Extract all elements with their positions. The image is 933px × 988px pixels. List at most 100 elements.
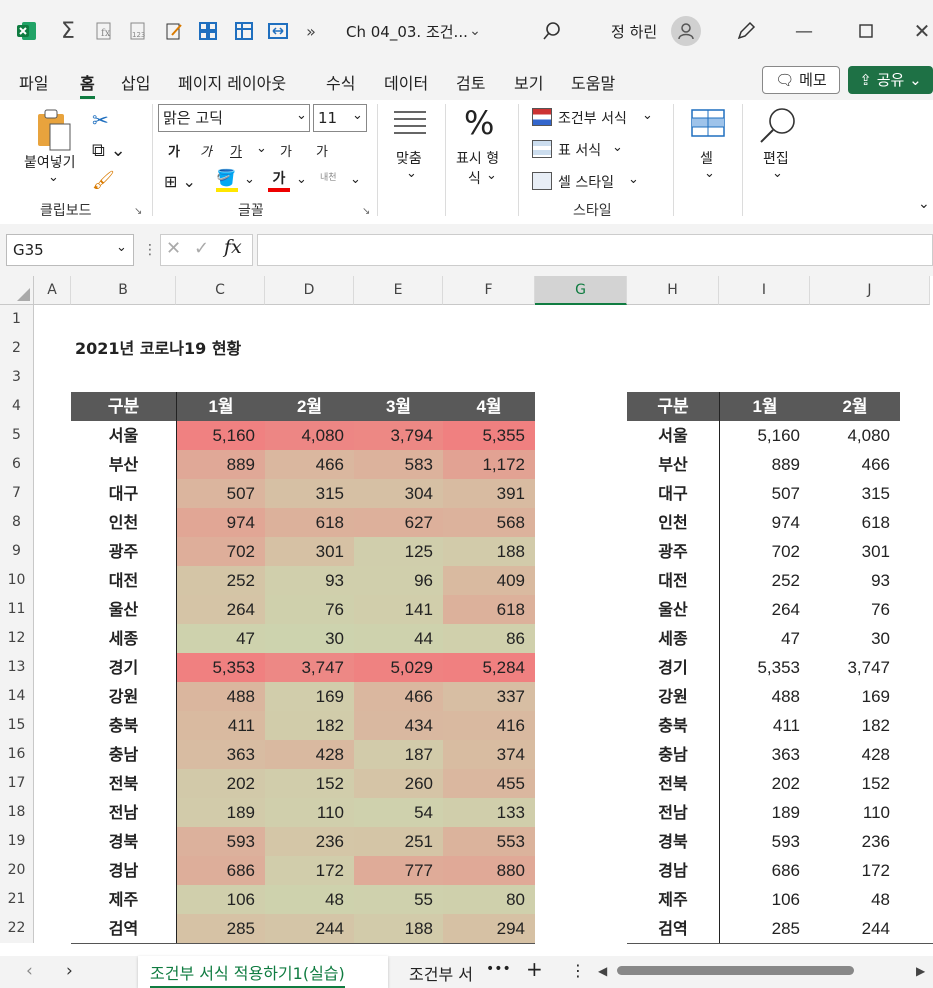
format-painter-icon[interactable]: 🖌: [92, 170, 115, 191]
heatmap-cell[interactable]: 5,353: [176, 653, 265, 682]
heatmap-cell[interactable]: 880: [443, 856, 535, 885]
heatmap-cell[interactable]: 93: [265, 566, 354, 595]
value-cell[interactable]: 47: [719, 624, 810, 653]
heatmap-cell[interactable]: 54: [354, 798, 443, 827]
row-header[interactable]: 15: [0, 711, 34, 740]
value-cell[interactable]: 301: [810, 537, 900, 566]
row-header[interactable]: 22: [0, 914, 34, 943]
heatmap-cell[interactable]: 568: [443, 508, 535, 537]
freeze-panes-icon[interactable]: [230, 16, 258, 46]
tab-help[interactable]: 도움말: [571, 70, 615, 94]
row-header[interactable]: 2: [0, 334, 34, 363]
cut-icon[interactable]: ✂: [92, 108, 109, 132]
row-header[interactable]: 18: [0, 798, 34, 827]
tab-view[interactable]: 보기: [514, 70, 543, 94]
heatmap-cell[interactable]: 363: [176, 740, 265, 769]
chevron-down-icon[interactable]: ⌄: [256, 141, 267, 156]
insert-function-icon[interactable]: fx: [224, 236, 242, 258]
add-sheet-icon[interactable]: +: [526, 957, 543, 981]
heatmap-cell[interactable]: 466: [354, 682, 443, 711]
chevron-down-icon[interactable]: ⌄: [116, 240, 127, 255]
row-header[interactable]: 9: [0, 537, 34, 566]
more-options-icon[interactable]: ⋮: [570, 961, 586, 980]
row-header[interactable]: 1: [0, 305, 34, 334]
autosum-icon[interactable]: Σ: [54, 16, 82, 46]
heatmap-cell[interactable]: 374: [443, 740, 535, 769]
heatmap-cell[interactable]: 5,029: [354, 653, 443, 682]
heatmap-cell[interactable]: 133: [443, 798, 535, 827]
chevron-down-icon[interactable]: ⌄: [464, 16, 486, 46]
search-icon[interactable]: [758, 106, 798, 150]
heatmap-cell[interactable]: 3,747: [265, 653, 354, 682]
grow-font-button[interactable]: 가: [280, 141, 292, 160]
row-header[interactable]: 16: [0, 740, 34, 769]
heatmap-cell[interactable]: 777: [354, 856, 443, 885]
heatmap-cell[interactable]: 141: [354, 595, 443, 624]
value-cell[interactable]: 974: [719, 508, 810, 537]
heatmap-cell[interactable]: 251: [354, 827, 443, 856]
heatmap-cell[interactable]: 434: [354, 711, 443, 740]
row-header[interactable]: 3: [0, 363, 34, 392]
column-header[interactable]: D: [265, 276, 354, 305]
row-header[interactable]: 11: [0, 595, 34, 624]
form-icon[interactable]: [160, 16, 188, 46]
horizontal-scrollbar-thumb[interactable]: [617, 966, 854, 975]
value-cell[interactable]: 411: [719, 711, 810, 740]
number-format-label[interactable]: 표시 형: [456, 148, 499, 168]
heatmap-cell[interactable]: 182: [265, 711, 354, 740]
column-header[interactable]: C: [176, 276, 265, 305]
row-header[interactable]: 4: [0, 392, 34, 421]
heatmap-cell[interactable]: 3,794: [354, 421, 443, 450]
value-cell[interactable]: 106: [719, 885, 810, 914]
font-color-icon[interactable]: 가: [268, 168, 290, 192]
cancel-icon[interactable]: ✕: [166, 238, 181, 259]
heatmap-cell[interactable]: 244: [265, 914, 354, 943]
heatmap-cell[interactable]: 264: [176, 595, 265, 624]
heatmap-cell[interactable]: 80: [443, 885, 535, 914]
shrink-font-button[interactable]: 가: [316, 141, 328, 160]
row-header[interactable]: 21: [0, 885, 34, 914]
value-cell[interactable]: 702: [719, 537, 810, 566]
chevron-down-icon[interactable]: ⌄: [406, 166, 417, 181]
heatmap-cell[interactable]: 4,080: [265, 421, 354, 450]
conditional-format-button[interactable]: 조건부 서식: [558, 108, 627, 128]
layout-icon[interactable]: [194, 16, 222, 46]
table-format-button[interactable]: 표 서식: [558, 140, 601, 160]
heatmap-cell[interactable]: 466: [265, 450, 354, 479]
heatmap-cell[interactable]: 152: [265, 769, 354, 798]
heatmap-cell[interactable]: 553: [443, 827, 535, 856]
value-cell[interactable]: 182: [810, 711, 900, 740]
bold-button[interactable]: 가: [168, 141, 180, 160]
name-box[interactable]: G35: [6, 234, 134, 266]
heatmap-cell[interactable]: 55: [354, 885, 443, 914]
heatmap-cell[interactable]: 618: [265, 508, 354, 537]
heatmap-cell[interactable]: 236: [265, 827, 354, 856]
tab-review[interactable]: 검토: [456, 70, 485, 94]
heatmap-cell[interactable]: 188: [354, 914, 443, 943]
search-icon[interactable]: [538, 16, 566, 46]
value-cell[interactable]: 202: [719, 769, 810, 798]
fit-width-icon[interactable]: [264, 16, 292, 46]
value-cell[interactable]: 4,080: [810, 421, 900, 450]
heatmap-cell[interactable]: 488: [176, 682, 265, 711]
heatmap-cell[interactable]: 44: [354, 624, 443, 653]
chevron-down-icon[interactable]: ⌄: [628, 172, 639, 187]
column-header[interactable]: I: [719, 276, 810, 305]
copy-icon[interactable]: ⧉ ⌄: [92, 140, 126, 161]
value-cell[interactable]: 315: [810, 479, 900, 508]
document-title[interactable]: Ch 04_03. 조건...: [346, 21, 468, 42]
value-cell[interactable]: 152: [810, 769, 900, 798]
column-header[interactable]: B: [71, 276, 176, 305]
value-cell[interactable]: 189: [719, 798, 810, 827]
chevron-down-icon[interactable]: ⌄: [244, 172, 255, 187]
value-cell[interactable]: 93: [810, 566, 900, 595]
dialog-launcher-icon[interactable]: ↘: [362, 206, 370, 217]
value-cell[interactable]: 252: [719, 566, 810, 595]
row-header[interactable]: 14: [0, 682, 34, 711]
avatar[interactable]: [671, 16, 701, 46]
heatmap-cell[interactable]: 315: [265, 479, 354, 508]
value-cell[interactable]: 110: [810, 798, 900, 827]
heatmap-cell[interactable]: 1,172: [443, 450, 535, 479]
heatmap-cell[interactable]: 187: [354, 740, 443, 769]
spreadsheet-grid[interactable]: A B C D E F G H I J 1 2 3 4 5 6 7 8 9 10 11 12 13 14 15 16 17 18 19 2…: [0, 276, 933, 956]
